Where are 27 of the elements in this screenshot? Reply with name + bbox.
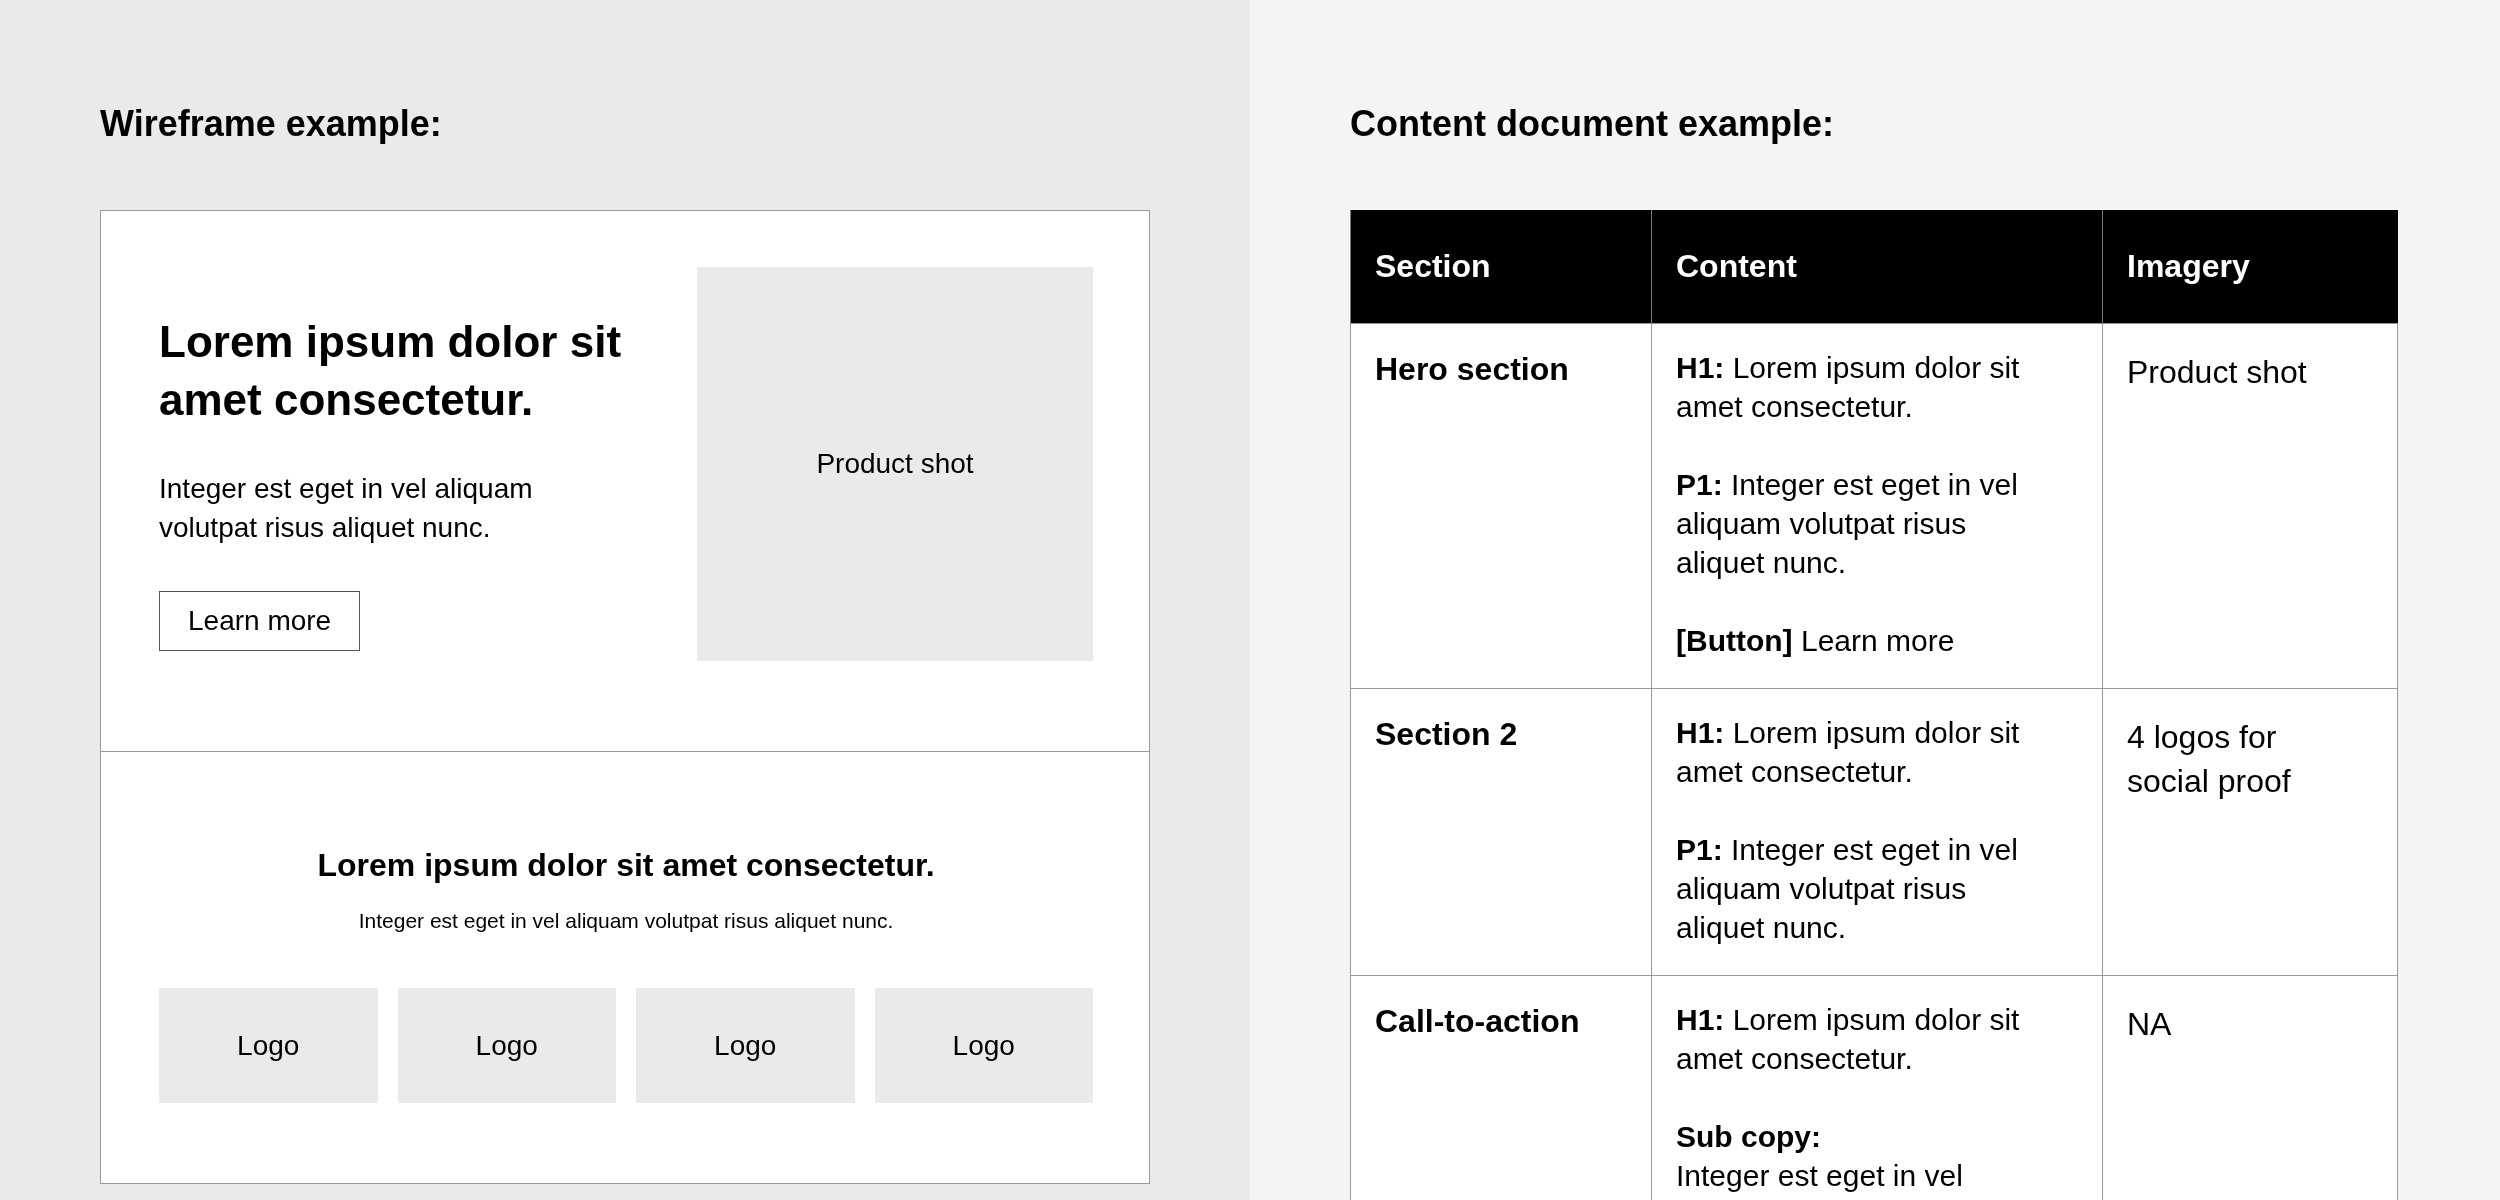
column-header: Content [1651,210,2103,324]
placeholder-label: Logo [475,1029,538,1062]
content-paragraph: H1: Lorem ipsum dolor sit amet consectetur. [1676,350,2021,425]
content-paragraph: H1: Lorem ipsum dolor sit amet consectetur. [1676,1002,2021,1077]
imagery-cell: 4 logos for social proof [2102,688,2398,976]
learn-more-button[interactable]: Learn more [159,591,361,651]
placeholder-label: Product shot [816,448,974,480]
section-heading: Lorem ipsum dolor sit amet consectetur. [316,846,936,885]
column-header: Section [1350,210,1652,324]
placeholder-label: Logo [237,1029,300,1062]
section-cell: Hero section [1350,323,1652,689]
imagery-cell: Product shot [2102,323,2398,689]
content-paragraph: H1: Lorem ipsum dolor sit amet consectetur. [1676,715,2021,790]
hero-heading: Lorem ipsum dolor sit amet consectetur. [159,316,623,426]
placeholder-label: Logo [952,1029,1015,1062]
content-paragraph: P1: Integer est eget in vel aliquam volutpat risus aliquet nunc. [1676,832,2019,946]
content-paragraph: Sub copy: Integer est eget in vel [1676,1119,1964,1194]
placeholder-label: Logo [714,1029,777,1062]
hero-text: Integer est eget in vel aliquam volutpat risus aliquet nunc. [159,472,534,545]
column-header: Imagery [2102,210,2398,324]
content-paragraph: [Button] Learn more [1676,623,1956,659]
panel-title: Wireframe example: [100,102,443,146]
section-cell: Call-to-action [1350,975,1652,1200]
section-text: Integer est eget in vel aliquam volutpat risus aliquet nunc. [357,908,895,934]
panel-title: Content document example: [1350,102,1836,146]
section-cell: Section 2 [1350,688,1652,976]
content-paragraph: P1: Integer est eget in vel aliquam volutpat risus aliquet nunc. [1676,467,2019,581]
